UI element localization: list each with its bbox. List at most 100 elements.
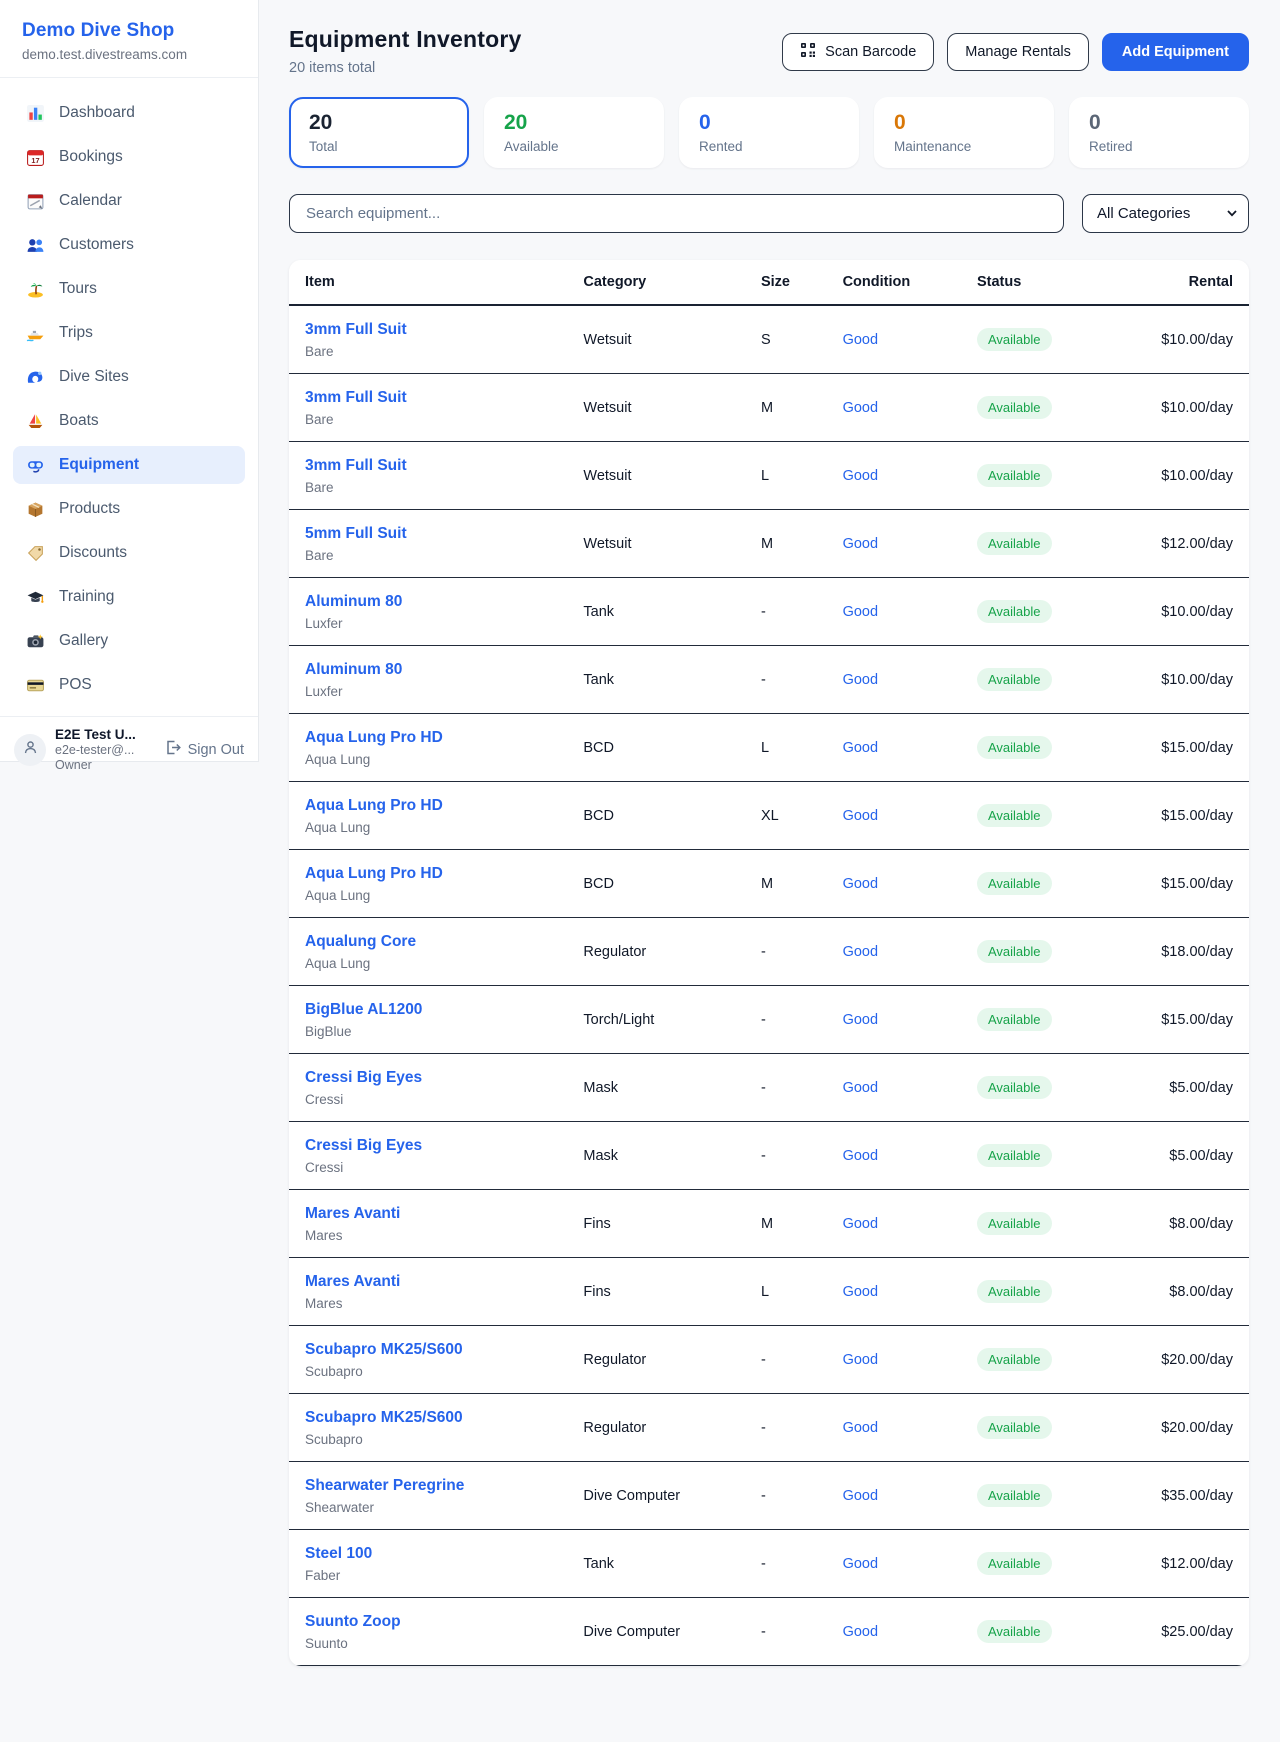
- condition-link[interactable]: Good: [843, 332, 878, 348]
- item-name-link[interactable]: Aqua Lung Pro HD: [305, 796, 551, 816]
- stat-card[interactable]: 0 Retired: [1069, 97, 1249, 168]
- search-input[interactable]: [289, 194, 1064, 233]
- item-name-link[interactable]: 5mm Full Suit: [305, 524, 551, 544]
- condition-link[interactable]: Good: [843, 1216, 878, 1232]
- condition-link[interactable]: Good: [843, 808, 878, 824]
- status-badge: Available: [977, 1416, 1052, 1439]
- stat-card[interactable]: 0 Rented: [679, 97, 859, 168]
- condition-link[interactable]: Good: [843, 1148, 878, 1164]
- table-row[interactable]: 3mm Full Suit Bare Wetsuit S Good Availa…: [289, 305, 1249, 374]
- sidebar-item[interactable]: Tours: [13, 270, 245, 308]
- status-badge: Available: [977, 1348, 1052, 1371]
- item-name-link[interactable]: Scubapro MK25/S600: [305, 1340, 551, 1360]
- table-row[interactable]: Mares Avanti Mares Fins L Good Available…: [289, 1258, 1249, 1326]
- item-name-link[interactable]: Mares Avanti: [305, 1272, 551, 1292]
- table-row[interactable]: Steel 100 Faber Tank - Good Available $1…: [289, 1530, 1249, 1598]
- item-name-link[interactable]: BigBlue AL1200: [305, 1000, 551, 1020]
- stat-card[interactable]: 20 Total: [289, 97, 469, 168]
- sidebar-item[interactable]: Boats: [13, 402, 245, 440]
- filters-row: All Categories: [289, 194, 1249, 233]
- sidebar-item[interactable]: Gallery: [13, 622, 245, 660]
- table-row[interactable]: 3mm Full Suit Bare Wetsuit M Good Availa…: [289, 374, 1249, 442]
- condition-link[interactable]: Good: [843, 876, 878, 892]
- sidebar-item[interactable]: 17 Bookings: [13, 138, 245, 176]
- item-name-link[interactable]: 3mm Full Suit: [305, 320, 551, 340]
- condition-link[interactable]: Good: [843, 400, 878, 416]
- table-row[interactable]: Scubapro MK25/S600 Scubapro Regulator - …: [289, 1394, 1249, 1462]
- condition-link[interactable]: Good: [843, 604, 878, 620]
- condition-link[interactable]: Good: [843, 1012, 878, 1028]
- sidebar-item[interactable]: Dive Sites: [13, 358, 245, 396]
- item-name-link[interactable]: Aqualung Core: [305, 932, 551, 952]
- table-row[interactable]: Aqua Lung Pro HD Aqua Lung BCD L Good Av…: [289, 714, 1249, 782]
- item-category: BCD: [567, 782, 745, 850]
- sidebar-item[interactable]: Equipment: [13, 446, 245, 484]
- table-row[interactable]: Scubapro MK25/S600 Scubapro Regulator - …: [289, 1326, 1249, 1394]
- condition-link[interactable]: Good: [843, 1352, 878, 1368]
- item-name-link[interactable]: Suunto Zoop: [305, 1612, 551, 1632]
- item-brand: Bare: [305, 480, 551, 495]
- condition-link[interactable]: Good: [843, 1488, 878, 1504]
- condition-link[interactable]: Good: [843, 1080, 878, 1096]
- item-brand: Scubapro: [305, 1432, 551, 1447]
- brand-block: Demo Dive Shop demo.test.divestreams.com: [0, 0, 258, 78]
- table-row[interactable]: Suunto Zoop Suunto Dive Computer - Good …: [289, 1598, 1249, 1666]
- condition-link[interactable]: Good: [843, 1420, 878, 1436]
- user-section: E2E Test U... e2e-tester@... Owner Sign …: [0, 716, 258, 782]
- item-brand: Mares: [305, 1296, 551, 1311]
- stat-card[interactable]: 20 Available: [484, 97, 664, 168]
- item-name-link[interactable]: Aqua Lung Pro HD: [305, 864, 551, 884]
- item-name-link[interactable]: Aqua Lung Pro HD: [305, 728, 551, 748]
- sidebar-item[interactable]: Products: [13, 490, 245, 528]
- item-name-link[interactable]: 3mm Full Suit: [305, 456, 551, 476]
- condition-link[interactable]: Good: [843, 536, 878, 552]
- category-select[interactable]: All Categories: [1082, 194, 1249, 233]
- condition-link[interactable]: Good: [843, 1556, 878, 1572]
- table-row[interactable]: Shearwater Peregrine Shearwater Dive Com…: [289, 1462, 1249, 1530]
- sidebar-item[interactable]: Trips: [13, 314, 245, 352]
- add-equipment-button[interactable]: Add Equipment: [1102, 33, 1249, 71]
- condition-link[interactable]: Good: [843, 1624, 878, 1640]
- table-row[interactable]: Aqua Lung Pro HD Aqua Lung BCD XL Good A…: [289, 782, 1249, 850]
- sidebar-item[interactable]: POS: [13, 666, 245, 704]
- item-name-link[interactable]: Steel 100: [305, 1544, 551, 1564]
- table-row[interactable]: Aluminum 80 Luxfer Tank - Good Available…: [289, 578, 1249, 646]
- item-name-link[interactable]: Cressi Big Eyes: [305, 1068, 551, 1088]
- status-badge: Available: [977, 1552, 1052, 1575]
- table-row[interactable]: Cressi Big Eyes Cressi Mask - Good Avail…: [289, 1054, 1249, 1122]
- table-row[interactable]: Aqua Lung Pro HD Aqua Lung BCD M Good Av…: [289, 850, 1249, 918]
- stat-card[interactable]: 0 Maintenance: [874, 97, 1054, 168]
- table-row[interactable]: Aluminum 80 Luxfer Tank - Good Available…: [289, 646, 1249, 714]
- sidebar-item[interactable]: Customers: [13, 226, 245, 264]
- scan-barcode-button[interactable]: Scan Barcode: [782, 33, 934, 71]
- item-name-link[interactable]: Mares Avanti: [305, 1204, 551, 1224]
- sidebar-item[interactable]: Training: [13, 578, 245, 616]
- item-brand: Mares: [305, 1228, 551, 1243]
- item-name-link[interactable]: Aluminum 80: [305, 592, 551, 612]
- item-name-link[interactable]: 3mm Full Suit: [305, 388, 551, 408]
- condition-link[interactable]: Good: [843, 740, 878, 756]
- table-row[interactable]: BigBlue AL1200 BigBlue Torch/Light - Goo…: [289, 986, 1249, 1054]
- condition-link[interactable]: Good: [843, 944, 878, 960]
- sidebar-item[interactable]: Discounts: [13, 534, 245, 572]
- sidebar-item[interactable]: Calendar: [13, 182, 245, 220]
- item-name-link[interactable]: Shearwater Peregrine: [305, 1476, 551, 1496]
- condition-link[interactable]: Good: [843, 1284, 878, 1300]
- table-row[interactable]: Cressi Big Eyes Cressi Mask - Good Avail…: [289, 1122, 1249, 1190]
- item-name-link[interactable]: Scubapro MK25/S600: [305, 1408, 551, 1428]
- table-row[interactable]: Mares Avanti Mares Fins M Good Available…: [289, 1190, 1249, 1258]
- condition-link[interactable]: Good: [843, 672, 878, 688]
- condition-link[interactable]: Good: [843, 468, 878, 484]
- equipment-table-body: 3mm Full Suit Bare Wetsuit S Good Availa…: [289, 305, 1249, 1666]
- item-name-link[interactable]: Cressi Big Eyes: [305, 1136, 551, 1156]
- item-rental-price: $10.00/day: [1105, 374, 1249, 442]
- manage-rentals-button[interactable]: Manage Rentals: [947, 33, 1089, 71]
- table-row[interactable]: 3mm Full Suit Bare Wetsuit L Good Availa…: [289, 442, 1249, 510]
- table-row[interactable]: 5mm Full Suit Bare Wetsuit M Good Availa…: [289, 510, 1249, 578]
- sign-out-button[interactable]: Sign Out: [164, 739, 244, 760]
- item-brand: Bare: [305, 412, 551, 427]
- sidebar-item[interactable]: Dashboard: [13, 94, 245, 132]
- sidebar-item-label: Equipment: [59, 456, 139, 474]
- table-row[interactable]: Aqualung Core Aqua Lung Regulator - Good…: [289, 918, 1249, 986]
- item-name-link[interactable]: Aluminum 80: [305, 660, 551, 680]
